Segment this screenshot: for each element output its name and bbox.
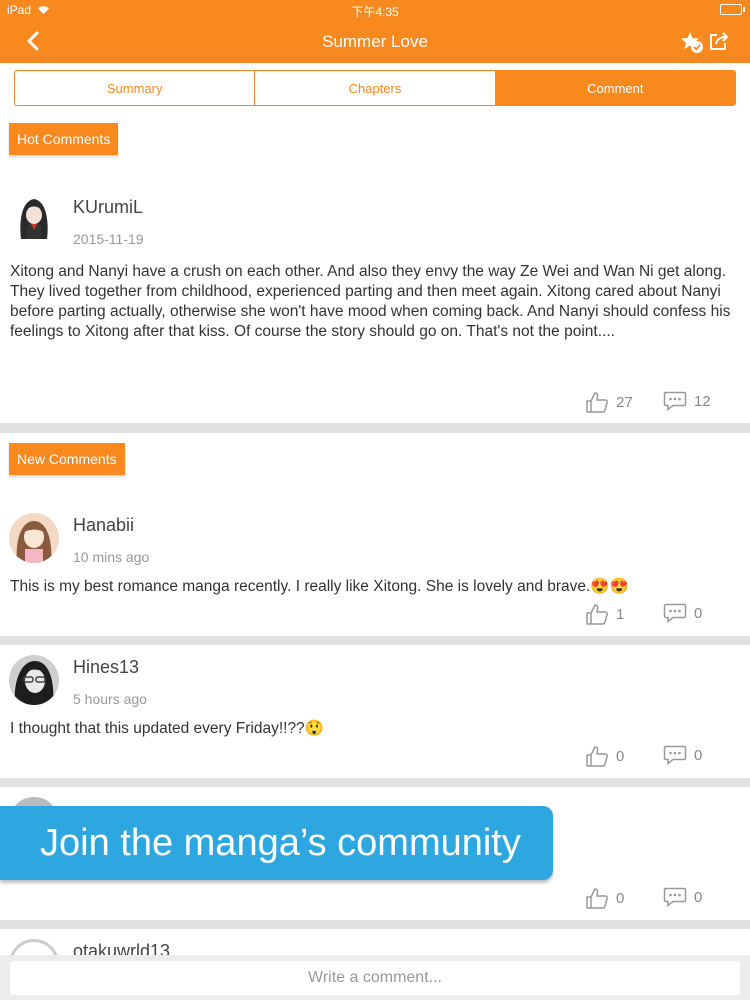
like-count: 1 <box>616 605 625 623</box>
avatar[interactable] <box>9 655 59 705</box>
comment-username[interactable]: otakuwrld13 <box>73 941 170 955</box>
hot-comments-tag: Hot Comments <box>9 123 119 155</box>
comment-username[interactable]: Hines13 <box>73 657 139 678</box>
comment-card: Hines13 5 hours ago I thought that this … <box>0 645 750 778</box>
like-button[interactable]: 0 <box>585 745 624 767</box>
battery-icon <box>720 4 745 15</box>
tab-chapters[interactable]: Chapters <box>255 71 496 105</box>
star-check-icon <box>681 32 703 53</box>
avatar-image <box>9 513 59 563</box>
share-button[interactable] <box>708 30 732 54</box>
tab-summary[interactable]: Summary <box>15 71 256 105</box>
comment-icon <box>663 745 687 765</box>
comment-username[interactable]: Hanabii <box>73 515 134 536</box>
reply-count: 0 <box>694 888 703 906</box>
section-divider <box>0 423 750 433</box>
comment-date: 10 mins ago <box>73 549 150 565</box>
comment-date: 5 hours ago <box>73 691 147 707</box>
comment-icon <box>663 603 687 623</box>
reply-button[interactable]: 0 <box>663 745 702 765</box>
avatar[interactable] <box>9 193 59 243</box>
thumbs-up-icon <box>586 604 608 625</box>
avatar[interactable] <box>9 513 59 563</box>
comment-text: This is my best romance manga recently. … <box>10 578 629 595</box>
avatar-image <box>9 655 59 705</box>
tab-comment[interactable]: Comment <box>495 71 735 105</box>
comment-divider <box>0 920 750 929</box>
page-title: Summer Love <box>322 32 428 51</box>
comment-text: Xitong and Nanyi have a crush on each ot… <box>10 263 731 340</box>
tabs-container: Summary Chapters Comment <box>0 63 750 115</box>
status-time: 下午4:35 <box>351 5 399 19</box>
new-comments-section: New Comments Hanabii 10 mins ago This is… <box>0 433 750 636</box>
comment-text: I thought that this updated every Friday… <box>10 720 324 737</box>
comment-username[interactable]: KUrumiL <box>73 197 143 218</box>
comment-input[interactable] <box>10 961 740 995</box>
comment-card: otakuwrld13 <box>0 929 750 955</box>
reply-button[interactable]: 0 <box>663 603 702 623</box>
like-button[interactable]: 27 <box>585 391 633 413</box>
comment-icon <box>663 391 687 411</box>
thumbs-up-icon <box>586 888 608 909</box>
favorite-button[interactable] <box>680 30 704 54</box>
hot-comments-section: Hot Comments KUrumiL 2015-11-19 Xitong a… <box>0 115 750 423</box>
comment-date: 2015-11-19 <box>73 231 144 247</box>
like-button[interactable]: 1 <box>585 603 624 625</box>
like-count: 27 <box>616 393 633 411</box>
promo-banner: Join the manga’s community <box>0 806 553 880</box>
thumbs-up-icon <box>586 746 608 767</box>
like-count: 0 <box>616 889 625 907</box>
comment-composer <box>0 955 750 1000</box>
avatar-image <box>9 193 59 243</box>
reply-count: 0 <box>694 604 703 622</box>
reply-button[interactable]: 12 <box>663 391 711 411</box>
share-icon <box>710 32 729 50</box>
like-count: 0 <box>616 747 625 765</box>
reply-button[interactable]: 0 <box>663 887 702 907</box>
comment-divider <box>0 778 750 787</box>
thumbs-up-icon <box>586 392 608 413</box>
like-button[interactable]: 0 <box>585 887 624 909</box>
new-comments-tag: New Comments <box>9 443 125 475</box>
avatar[interactable] <box>9 939 59 955</box>
top-bar: iPad 下午4:35 Summer Love <box>0 0 750 63</box>
comment-icon <box>663 887 687 907</box>
reply-count: 0 <box>694 746 703 764</box>
segmented-tabs: Summary Chapters Comment <box>14 70 736 106</box>
reply-count: 12 <box>694 392 711 410</box>
comment-divider <box>0 636 750 645</box>
